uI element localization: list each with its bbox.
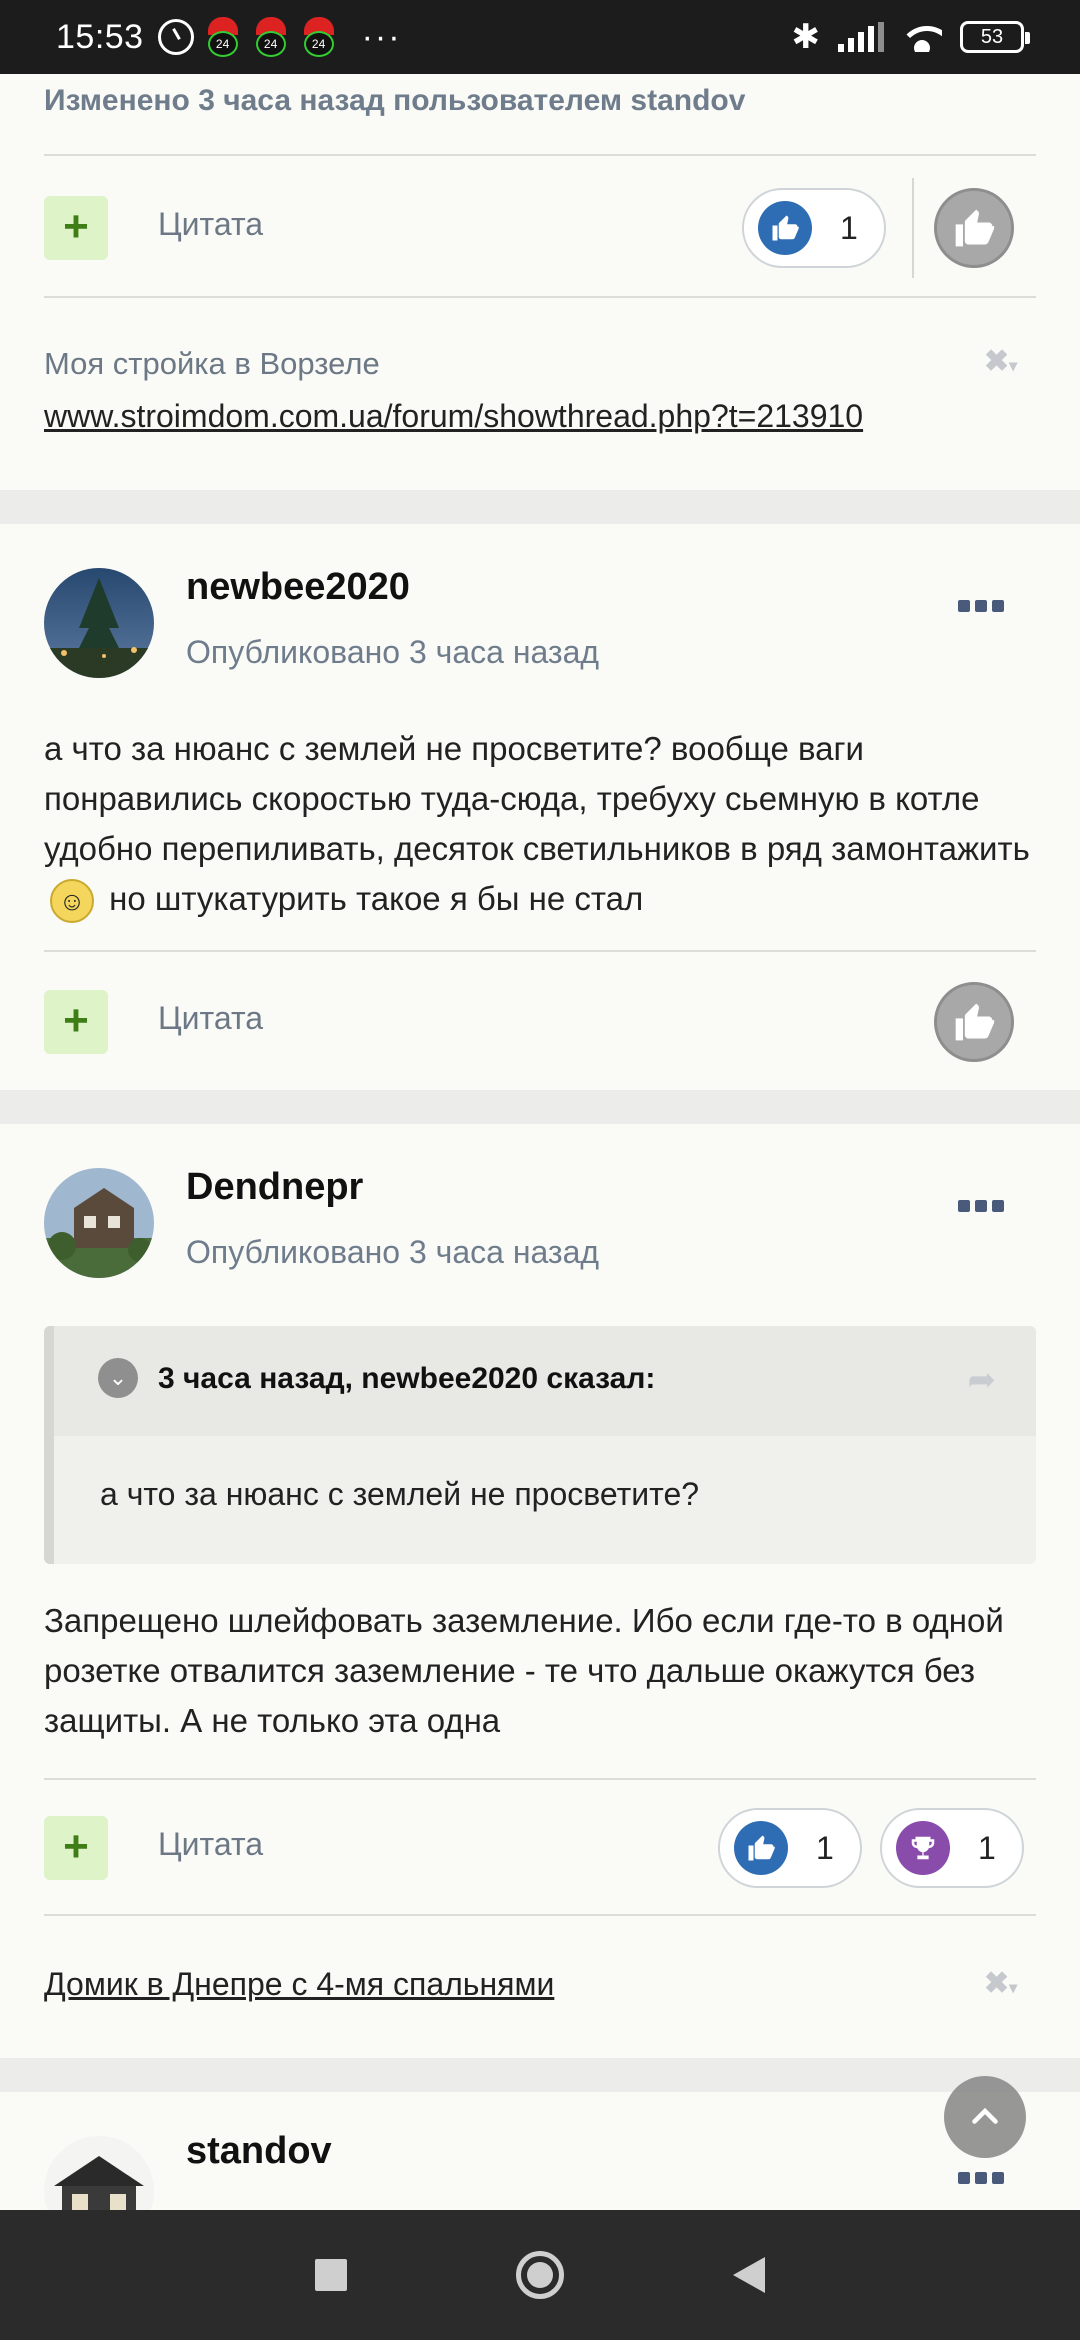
signature-link[interactable]: www.stroimdom.com.ua/forum/showthread.ph… — [44, 398, 863, 435]
divider — [44, 296, 1036, 298]
divider — [44, 154, 1036, 156]
divider — [44, 1778, 1036, 1780]
divider — [44, 950, 1036, 952]
thumbs-up-icon — [955, 1003, 995, 1041]
santa-notification-icon: 24 — [204, 17, 242, 57]
quote-button[interactable]: Цитата — [158, 1000, 263, 1037]
post-timestamp[interactable]: Опубликовано 3 часа назад — [186, 634, 599, 671]
post-timestamp[interactable]: Опубликовано 3 часа назад — [186, 1234, 599, 1271]
signature-text: Моя стройка в Ворзеле — [44, 346, 380, 381]
quote-title[interactable]: 3 часа назад, newbee2020 сказал: — [158, 1362, 655, 1396]
recent-apps-button[interactable] — [314, 2259, 347, 2291]
divider — [912, 178, 914, 278]
santa-notification-icon: 24 — [252, 17, 290, 57]
signal-icon — [838, 22, 884, 52]
status-bar: 15:53 24 24 24 ··· ✱ 53 — [0, 0, 1080, 74]
post-card: newbee2020 Опубликовано 3 часа назад а ч… — [0, 524, 1080, 1090]
quote-button[interactable]: Цитата — [158, 1826, 263, 1863]
author-name[interactable]: standov — [186, 2130, 332, 2173]
multiquote-button[interactable]: + — [44, 1816, 108, 1880]
smile-emoji-icon: ☺ — [50, 879, 94, 924]
react-button[interactable] — [934, 188, 1014, 268]
more-options-icon[interactable] — [958, 2172, 1006, 2186]
more-notifications-icon: ··· — [361, 17, 402, 56]
like-reaction-pill[interactable]: 1 — [718, 1808, 862, 1888]
like-count: 1 — [816, 1829, 834, 1866]
like-reaction-pill[interactable]: 1 — [742, 188, 886, 268]
avatar[interactable] — [44, 2136, 154, 2210]
hide-signature-icon[interactable]: ✖▾ — [984, 344, 1017, 379]
like-count: 1 — [840, 209, 858, 246]
post-card: Dendnepr Опубликовано 3 часа назад ⌄ 3 ч… — [0, 1124, 1080, 2058]
more-options-icon[interactable] — [958, 600, 1006, 614]
edited-note: Изменено 3 часа назад пользователем stan… — [44, 84, 746, 117]
alarm-icon — [157, 19, 194, 55]
chevron-up-icon — [972, 2107, 998, 2124]
quote-button[interactable]: Цитата — [158, 206, 263, 243]
avatar[interactable] — [44, 568, 154, 678]
quote-block: ⌄ 3 часа назад, newbee2020 сказал: ➦ а ч… — [44, 1326, 1036, 1564]
more-options-icon[interactable] — [958, 1200, 1006, 1214]
back-button[interactable] — [733, 2257, 766, 2293]
thumbs-up-icon — [758, 201, 812, 255]
author-name[interactable]: Dendnepr — [186, 1166, 363, 1209]
hide-signature-icon[interactable]: ✖▾ — [984, 1966, 1017, 2001]
post-body: а что за нюанс с землей не просветите? в… — [44, 724, 1040, 924]
chevron-down-icon[interactable]: ⌄ — [98, 1358, 138, 1398]
quote-text: а что за нюанс с землей не просветите? — [100, 1476, 700, 1512]
trophy-icon — [896, 1821, 950, 1875]
share-arrow-icon[interactable]: ➦ — [968, 1360, 997, 1400]
react-button[interactable] — [934, 982, 1014, 1062]
multiquote-button[interactable]: + — [44, 196, 108, 260]
system-navigation-bar — [0, 2210, 1080, 2340]
quote-header[interactable]: ⌄ 3 часа назад, newbee2020 сказал: ➦ — [54, 1326, 1036, 1436]
avatar[interactable] — [44, 1168, 154, 1278]
thumbs-up-icon — [955, 209, 995, 247]
bluetooth-icon: ✱ — [791, 18, 821, 56]
trophy-count: 1 — [978, 1829, 996, 1866]
author-name[interactable]: newbee2020 — [186, 566, 410, 609]
multiquote-button[interactable]: + — [44, 990, 108, 1054]
battery-icon: 53 — [960, 21, 1030, 53]
post-card: Изменено 3 часа назад пользователем stan… — [0, 74, 1080, 490]
divider — [44, 1914, 1036, 1916]
home-button[interactable] — [515, 2251, 564, 2299]
clock: 15:53 — [56, 17, 144, 56]
thumbs-up-icon — [734, 1821, 788, 1875]
scroll-to-top-button[interactable] — [944, 2076, 1026, 2158]
post-body: Запрещено шлейфовать заземление. Ибо есл… — [44, 1602, 1004, 1739]
signature-link[interactable]: Домик в Днепре с 4-мя спальнями — [44, 1966, 554, 2003]
wifi-icon — [902, 22, 942, 52]
post-card: standov — [0, 2092, 1080, 2210]
santa-notification-icon: 24 — [300, 17, 338, 57]
trophy-reaction-pill[interactable]: 1 — [880, 1808, 1024, 1888]
